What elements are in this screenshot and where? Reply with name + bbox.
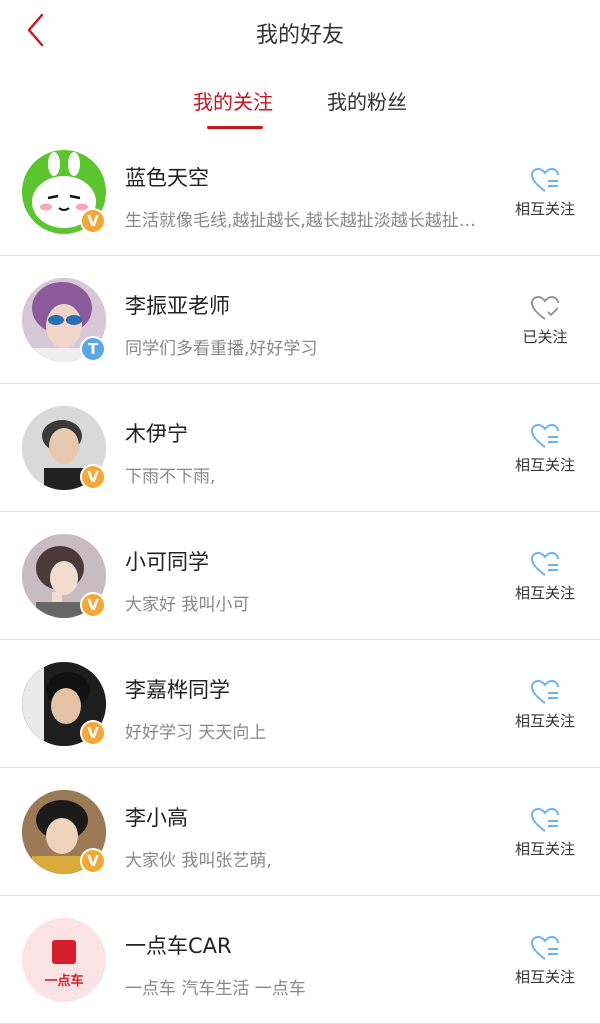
avatar[interactable]: V: [22, 662, 106, 746]
follow-status-button[interactable]: 相互关注: [510, 934, 580, 990]
heart-mutual-icon: [529, 550, 561, 578]
logo-text: 一点车: [44, 974, 84, 989]
page-title: 我的好友: [255, 23, 344, 48]
friend-list: V 蓝色天空 生活就像毛线,越扯越长,越长越扯淡越长越扯… 相互关注 T 李振亚…: [0, 128, 600, 1024]
follow-status-button[interactable]: 已关注: [510, 294, 580, 350]
list-item[interactable]: V 小可同学 大家好 我叫小可 相互关注: [0, 512, 600, 640]
heart-check-icon: [529, 294, 561, 322]
follow-status-label: 相互关注: [514, 840, 575, 858]
follow-status-label: 相互关注: [514, 200, 575, 218]
avatar[interactable]: 一点车: [22, 918, 106, 1002]
follow-status-button[interactable]: 相互关注: [510, 166, 580, 222]
heart-mutual-icon: [529, 166, 561, 194]
avatar[interactable]: V: [22, 534, 106, 618]
follow-status-label: 相互关注: [514, 712, 575, 730]
follow-status-button[interactable]: 相互关注: [510, 806, 580, 862]
friend-signature: 大家好 我叫小可: [125, 595, 250, 615]
list-item[interactable]: T 李振亚老师 同学们多看重播,好好学习 已关注: [0, 256, 600, 384]
heart-mutual-icon: [529, 806, 561, 834]
friend-signature: 好好学习 天天向上: [125, 723, 267, 743]
top-bar: 我的好友: [0, 0, 600, 64]
follow-status-label: 已关注: [522, 328, 568, 346]
tab-following[interactable]: 我的关注: [193, 86, 273, 115]
verified-badge: V: [80, 464, 106, 490]
list-item[interactable]: V 木伊宁 下雨不下雨, 相互关注: [0, 384, 600, 512]
follow-status-button[interactable]: 相互关注: [510, 550, 580, 606]
friend-name: 木伊宁: [125, 422, 188, 446]
avatar[interactable]: V: [22, 406, 106, 490]
follow-status-button[interactable]: 相互关注: [510, 678, 580, 734]
tab-bar: 我的关注 我的粉丝: [0, 66, 600, 130]
follow-status-label: 相互关注: [514, 456, 575, 474]
verified-badge: V: [80, 208, 106, 234]
list-item[interactable]: V 蓝色天空 生活就像毛线,越扯越长,越长越扯淡越长越扯… 相互关注: [0, 128, 600, 256]
tab-fans[interactable]: 我的粉丝: [327, 86, 407, 115]
friend-signature: 大家伙 我叫张艺萌,: [125, 851, 272, 871]
avatar[interactable]: V: [22, 790, 106, 874]
heart-mutual-icon: [529, 678, 561, 706]
verified-badge: V: [80, 848, 106, 874]
list-item[interactable]: 一点车 一点车CAR 一点车 汽车生活 一点车 相互关注: [0, 896, 600, 1024]
avatar[interactable]: T: [22, 278, 106, 362]
heart-mutual-icon: [529, 934, 561, 962]
friend-name: 李振亚老师: [125, 294, 230, 318]
friend-name: 一点车CAR: [125, 934, 232, 958]
follow-status-button[interactable]: 相互关注: [510, 422, 580, 478]
list-item[interactable]: V 李嘉桦同学 好好学习 天天向上 相互关注: [0, 640, 600, 768]
follow-status-label: 相互关注: [514, 584, 575, 602]
friend-name: 李小高: [125, 806, 188, 830]
friend-signature: 一点车 汽车生活 一点车: [125, 979, 306, 999]
verified-badge: V: [80, 592, 106, 618]
teacher-badge: T: [80, 336, 106, 362]
avatar[interactable]: V: [22, 150, 106, 234]
list-item[interactable]: V 李小高 大家伙 我叫张艺萌, 相互关注: [0, 768, 600, 896]
follow-status-label: 相互关注: [514, 968, 575, 986]
friend-name: 李嘉桦同学: [125, 678, 230, 702]
friend-name: 蓝色天空: [125, 166, 209, 190]
car-logo-icon: [52, 940, 76, 964]
verified-badge: V: [80, 720, 106, 746]
heart-mutual-icon: [529, 422, 561, 450]
friend-name: 小可同学: [125, 550, 209, 574]
friend-signature: 生活就像毛线,越扯越长,越长越扯淡越长越扯…: [125, 211, 476, 231]
friend-signature: 同学们多看重播,好好学习: [125, 339, 318, 359]
friend-signature: 下雨不下雨,: [125, 467, 216, 487]
